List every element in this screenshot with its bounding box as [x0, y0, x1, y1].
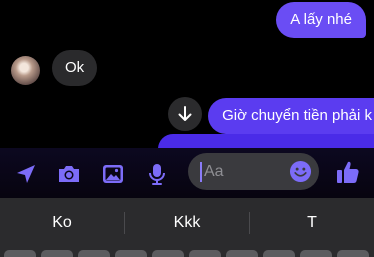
microphone-icon[interactable]: [143, 160, 171, 188]
arrow-down-icon: [178, 106, 192, 121]
key[interactable]: [300, 250, 332, 257]
outgoing-message[interactable]: A lấy nhé: [276, 2, 366, 38]
key[interactable]: [263, 250, 295, 257]
emoji-icon[interactable]: [289, 160, 312, 183]
camera-icon[interactable]: [55, 160, 83, 188]
key[interactable]: [78, 250, 110, 257]
suggestion-3[interactable]: T: [250, 198, 374, 248]
key[interactable]: [41, 250, 73, 257]
outgoing-message[interactable]: Giờ chuyển tiền phải k: [208, 98, 374, 134]
suggestion-1[interactable]: Ko: [0, 198, 124, 248]
text-caret: [200, 162, 202, 182]
outgoing-message-partial[interactable]: [158, 134, 374, 148]
message-input-placeholder: Aa: [204, 163, 224, 180]
key[interactable]: [337, 250, 369, 257]
key-row: [0, 248, 374, 257]
contact-avatar[interactable]: [11, 56, 40, 85]
gallery-icon[interactable]: [99, 160, 127, 188]
location-arrow-icon[interactable]: [12, 160, 40, 188]
key[interactable]: [115, 250, 147, 257]
key[interactable]: [226, 250, 258, 257]
keyboard: Ko Kkk T: [0, 198, 374, 257]
message-input[interactable]: Aa: [188, 153, 319, 190]
message-thread[interactable]: A lấy nhé Ok Giờ chuyển tiền phải k: [0, 0, 374, 148]
scroll-to-bottom-button[interactable]: [168, 97, 202, 131]
incoming-message[interactable]: Ok: [52, 50, 98, 86]
key[interactable]: [152, 250, 184, 257]
key[interactable]: [189, 250, 221, 257]
key[interactable]: [4, 250, 36, 257]
thumbs-up-icon[interactable]: [334, 158, 362, 186]
suggestion-2[interactable]: Kkk: [125, 198, 249, 248]
